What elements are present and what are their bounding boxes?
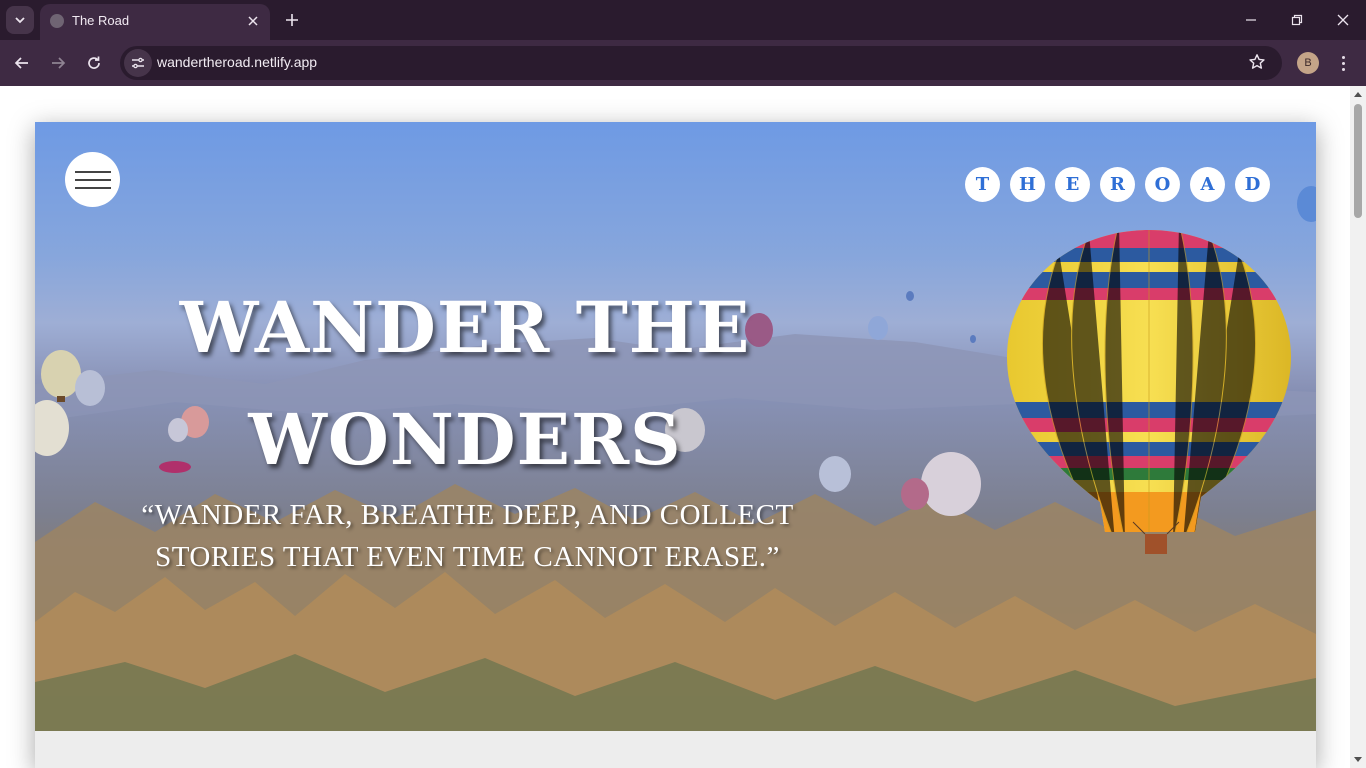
reload-button[interactable] [79,48,109,78]
close-icon [1337,14,1349,26]
brand-letter: O [1145,167,1180,202]
reload-icon [88,56,100,69]
profile-avatar[interactable]: B [1297,52,1319,74]
tab-search-button[interactable] [6,6,34,34]
tune-icon [132,57,144,69]
minimize-icon [1246,19,1256,21]
hero-title-line-1: WANDER THE [179,286,751,369]
restore-icon [1291,14,1303,26]
brand-letter: R [1100,167,1135,202]
hero-quote-line-2: STORIES THAT EVEN TIME CANNOT ERASE.” [155,541,780,573]
hero-title-line-2: WONDERS [248,398,682,481]
tab-close-button[interactable] [244,12,262,30]
restore-button[interactable] [1274,0,1320,40]
close-window-button[interactable] [1320,0,1366,40]
hamburger-icon-line [74,178,111,181]
hero-card: T H E R O A D WANDER THE WONDERS “WANDER… [35,122,1316,768]
new-tab-button[interactable] [280,8,304,32]
hamburger-menu-button[interactable] [65,152,120,207]
scroll-up-arrow-icon[interactable] [1354,92,1362,97]
hero-section: T H E R O A D WANDER THE WONDERS “WANDER… [35,122,1316,731]
star-icon [1249,54,1265,69]
next-section-edge [35,731,1316,768]
hero-title: WANDER THE WONDERS [165,272,765,496]
scrollbar-thumb[interactable] [1354,104,1362,218]
brand-letter: E [1055,167,1090,202]
hamburger-icon-line [74,186,111,189]
hero-quote-line-1: “WANDER FAR, BREATHE DEEP, AND COLLECT [141,499,794,531]
address-bar[interactable]: wandertheroad.netlify.app [120,46,1282,80]
arrow-left-icon [14,57,28,69]
hero-quote: “WANDER FAR, BREATHE DEEP, AND COLLECT S… [105,494,830,578]
tab-the-road[interactable]: The Road [40,4,270,40]
bookmark-button[interactable] [1248,53,1268,73]
plus-icon [286,14,298,26]
brand-logo-the-road[interactable]: T H E R O A D [965,167,1270,202]
tab-strip: The Road [0,0,1366,40]
globe-icon [50,14,64,28]
browser-menu-button[interactable] [1333,50,1353,76]
hamburger-icon-line [74,170,111,173]
page-viewport: T H E R O A D WANDER THE WONDERS “WANDER… [0,86,1350,768]
forward-button[interactable] [43,48,73,78]
brand-letter: A [1190,167,1225,202]
browser-toolbar: wandertheroad.netlify.app B [0,40,1366,86]
close-icon [248,16,258,26]
chevron-down-icon [15,17,25,24]
site-info-button[interactable] [124,49,152,77]
minimize-button[interactable] [1228,0,1274,40]
arrow-right-icon [52,57,66,69]
scroll-down-arrow-icon[interactable] [1354,757,1362,762]
brand-letter: H [1010,167,1045,202]
back-button[interactable] [7,48,37,78]
page-scrollbar[interactable] [1350,86,1366,768]
url-text[interactable]: wandertheroad.netlify.app [157,54,317,70]
brand-letter: T [965,167,1000,202]
brand-letter: D [1235,167,1270,202]
tab-title: The Road [72,13,130,28]
